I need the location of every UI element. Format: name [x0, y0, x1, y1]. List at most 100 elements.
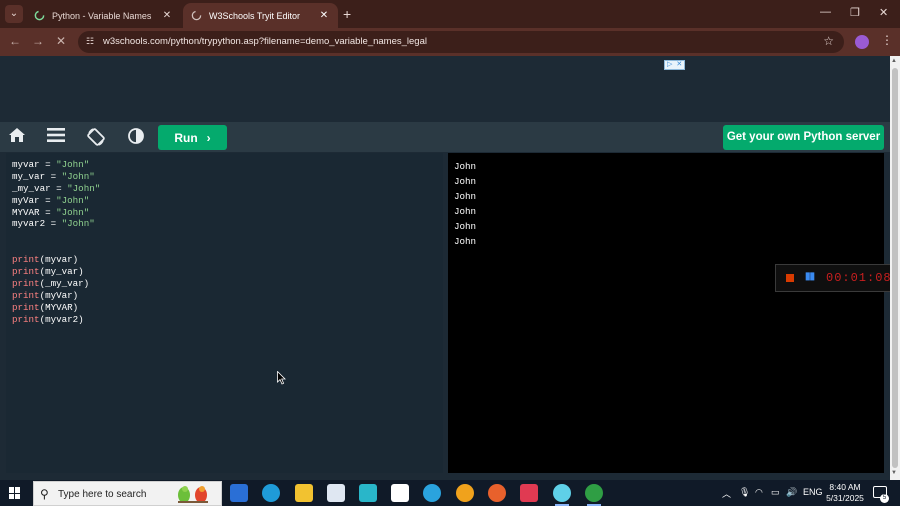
language-indicator[interactable]: ENG: [803, 487, 823, 497]
rotate-layout-icon[interactable]: [85, 127, 107, 147]
minimize-icon[interactable]: —: [820, 6, 831, 18]
mouse-cursor-icon: [277, 371, 286, 385]
edge-icon[interactable]: [262, 484, 280, 502]
wifi-icon[interactable]: ◠: [755, 487, 763, 498]
string-literal: "John": [61, 170, 95, 182]
windows-start-icon[interactable]: [9, 487, 21, 499]
back-icon[interactable]: ←: [9, 34, 21, 48]
get-python-server-button[interactable]: Get your own Python server: [723, 125, 884, 150]
assign-operator: =: [45, 170, 62, 182]
clock[interactable]: 8:40 AM 5/31/2025: [826, 482, 864, 504]
forward-icon[interactable]: →: [32, 34, 44, 48]
tab-search-icon[interactable]: ⌄: [5, 5, 23, 23]
new-tab-icon[interactable]: +: [343, 6, 351, 22]
print-keyword: print: [12, 254, 40, 266]
loading-icon: [191, 10, 202, 21]
telegram-icon[interactable]: [423, 484, 441, 502]
assign-operator: =: [39, 159, 57, 170]
close-tab-icon[interactable]: ✕: [318, 10, 330, 21]
string-literal: "John": [61, 218, 95, 230]
code-line: myvar = "John": [12, 159, 100, 171]
menu-icon[interactable]: [45, 127, 67, 147]
pause-recording-icon[interactable]: ▮▮: [805, 271, 815, 282]
tab-title: W3Schools Tryit Editor: [209, 10, 301, 21]
output-line: John: [454, 235, 477, 247]
ad-area: ▷ ✕: [0, 56, 890, 122]
microsoft-store-icon[interactable]: [230, 484, 248, 502]
print-keyword: print: [12, 313, 40, 325]
string-literal: "John": [67, 182, 101, 194]
microphone-icon[interactable]: 🎙: [739, 487, 750, 498]
screen: ⌄ Python - Variable Names ✕ W3Schools Tr…: [0, 0, 900, 506]
code-line: print(my_var): [12, 266, 100, 278]
run-label: Run: [174, 130, 198, 145]
stop-recording-icon[interactable]: [786, 274, 794, 282]
show-hidden-icons-icon[interactable]: ︿: [722, 487, 731, 500]
variable-name: myvar2: [12, 218, 46, 230]
variable-name: MYVAR: [12, 206, 40, 218]
home-icon[interactable]: [6, 127, 28, 147]
contrast-icon[interactable]: [125, 127, 147, 147]
run-button[interactable]: Run ›: [158, 125, 227, 150]
tab-title: Python - Variable Names: [52, 10, 152, 21]
assign-operator: =: [39, 194, 57, 206]
volume-icon[interactable]: 🔊: [786, 487, 797, 498]
print-argument: (myVar): [39, 289, 79, 301]
site-settings-icon[interactable]: ☷: [86, 36, 97, 47]
tab-strip: ⌄ Python - Variable Names ✕ W3Schools Tr…: [0, 0, 900, 28]
print-keyword: print: [12, 301, 40, 313]
print-keyword: print: [12, 266, 40, 278]
scroll-down-icon[interactable]: ▼: [891, 470, 897, 476]
mail-icon[interactable]: [327, 484, 345, 502]
search-placeholder: Type here to search: [58, 489, 147, 500]
chevron-right-icon: ›: [206, 130, 211, 145]
editor-toolbar: Run › Get your own Python server: [0, 122, 890, 152]
app-red-icon[interactable]: [520, 484, 538, 502]
app-orange-icon[interactable]: [456, 484, 474, 502]
close-window-icon[interactable]: ✕: [879, 6, 888, 19]
output-line: John: [454, 220, 477, 232]
ad-choices-icon[interactable]: ▷ ✕: [664, 60, 685, 70]
asterisk-app-icon[interactable]: [359, 484, 377, 502]
scroll-up-icon[interactable]: ▲: [891, 58, 897, 64]
taskbar-search-box[interactable]: ⚲ Type here to search: [33, 481, 222, 506]
code-line: myvar2 = "John": [12, 218, 100, 230]
assign-operator: =: [39, 206, 57, 218]
assign-operator: =: [50, 182, 68, 194]
output-line: John: [454, 190, 477, 202]
print-argument: (my_var): [39, 266, 84, 278]
notification-count-badge: 5: [880, 494, 889, 503]
code-line: print(myvar): [12, 254, 100, 266]
string-literal: "John": [56, 206, 90, 218]
assign-operator: =: [45, 218, 62, 230]
file-explorer-icon[interactable]: [295, 484, 313, 502]
chrome-icon[interactable]: [585, 484, 603, 506]
recording-timer: 00:01:08: [826, 271, 892, 285]
bookmark-star-icon[interactable]: ☆: [823, 34, 834, 48]
code-line: _my_var = "John": [12, 183, 100, 195]
restore-icon[interactable]: ❐: [850, 6, 860, 19]
code-line: print(myvar2): [12, 314, 100, 326]
code-line: print(_my_var): [12, 278, 100, 290]
print-argument: (myvar): [39, 254, 79, 266]
output-line: John: [454, 161, 477, 172]
close-tab-icon[interactable]: ✕: [161, 10, 173, 21]
output-line: John: [454, 205, 477, 217]
browser-menu-icon[interactable]: ⋮: [881, 33, 893, 47]
code-line: print(MYVAR): [12, 302, 100, 314]
tab-python-variable-names[interactable]: Python - Variable Names ✕: [26, 3, 181, 28]
scroll-thumb[interactable]: [892, 68, 898, 468]
firefox-icon[interactable]: [488, 484, 506, 502]
page-scrollbar[interactable]: ▲ ▼: [890, 56, 900, 480]
address-bar[interactable]: ☷ w3schools.com/python/trypython.asp?fil…: [78, 31, 844, 53]
print-argument: (myvar2): [39, 313, 84, 325]
clock-date: 5/31/2025: [826, 493, 864, 503]
profile-avatar[interactable]: [855, 35, 869, 49]
app-icon[interactable]: [391, 484, 409, 502]
code-editor[interactable]: myvar = "John" my_var = "John" _my_var = "…: [6, 153, 443, 473]
battery-icon[interactable]: ▭: [771, 487, 780, 498]
tab-w3schools-tryit-editor[interactable]: W3Schools Tryit Editor ✕: [183, 3, 338, 28]
app-globe-icon[interactable]: [553, 484, 571, 506]
stop-loading-icon[interactable]: ✕: [56, 34, 66, 48]
